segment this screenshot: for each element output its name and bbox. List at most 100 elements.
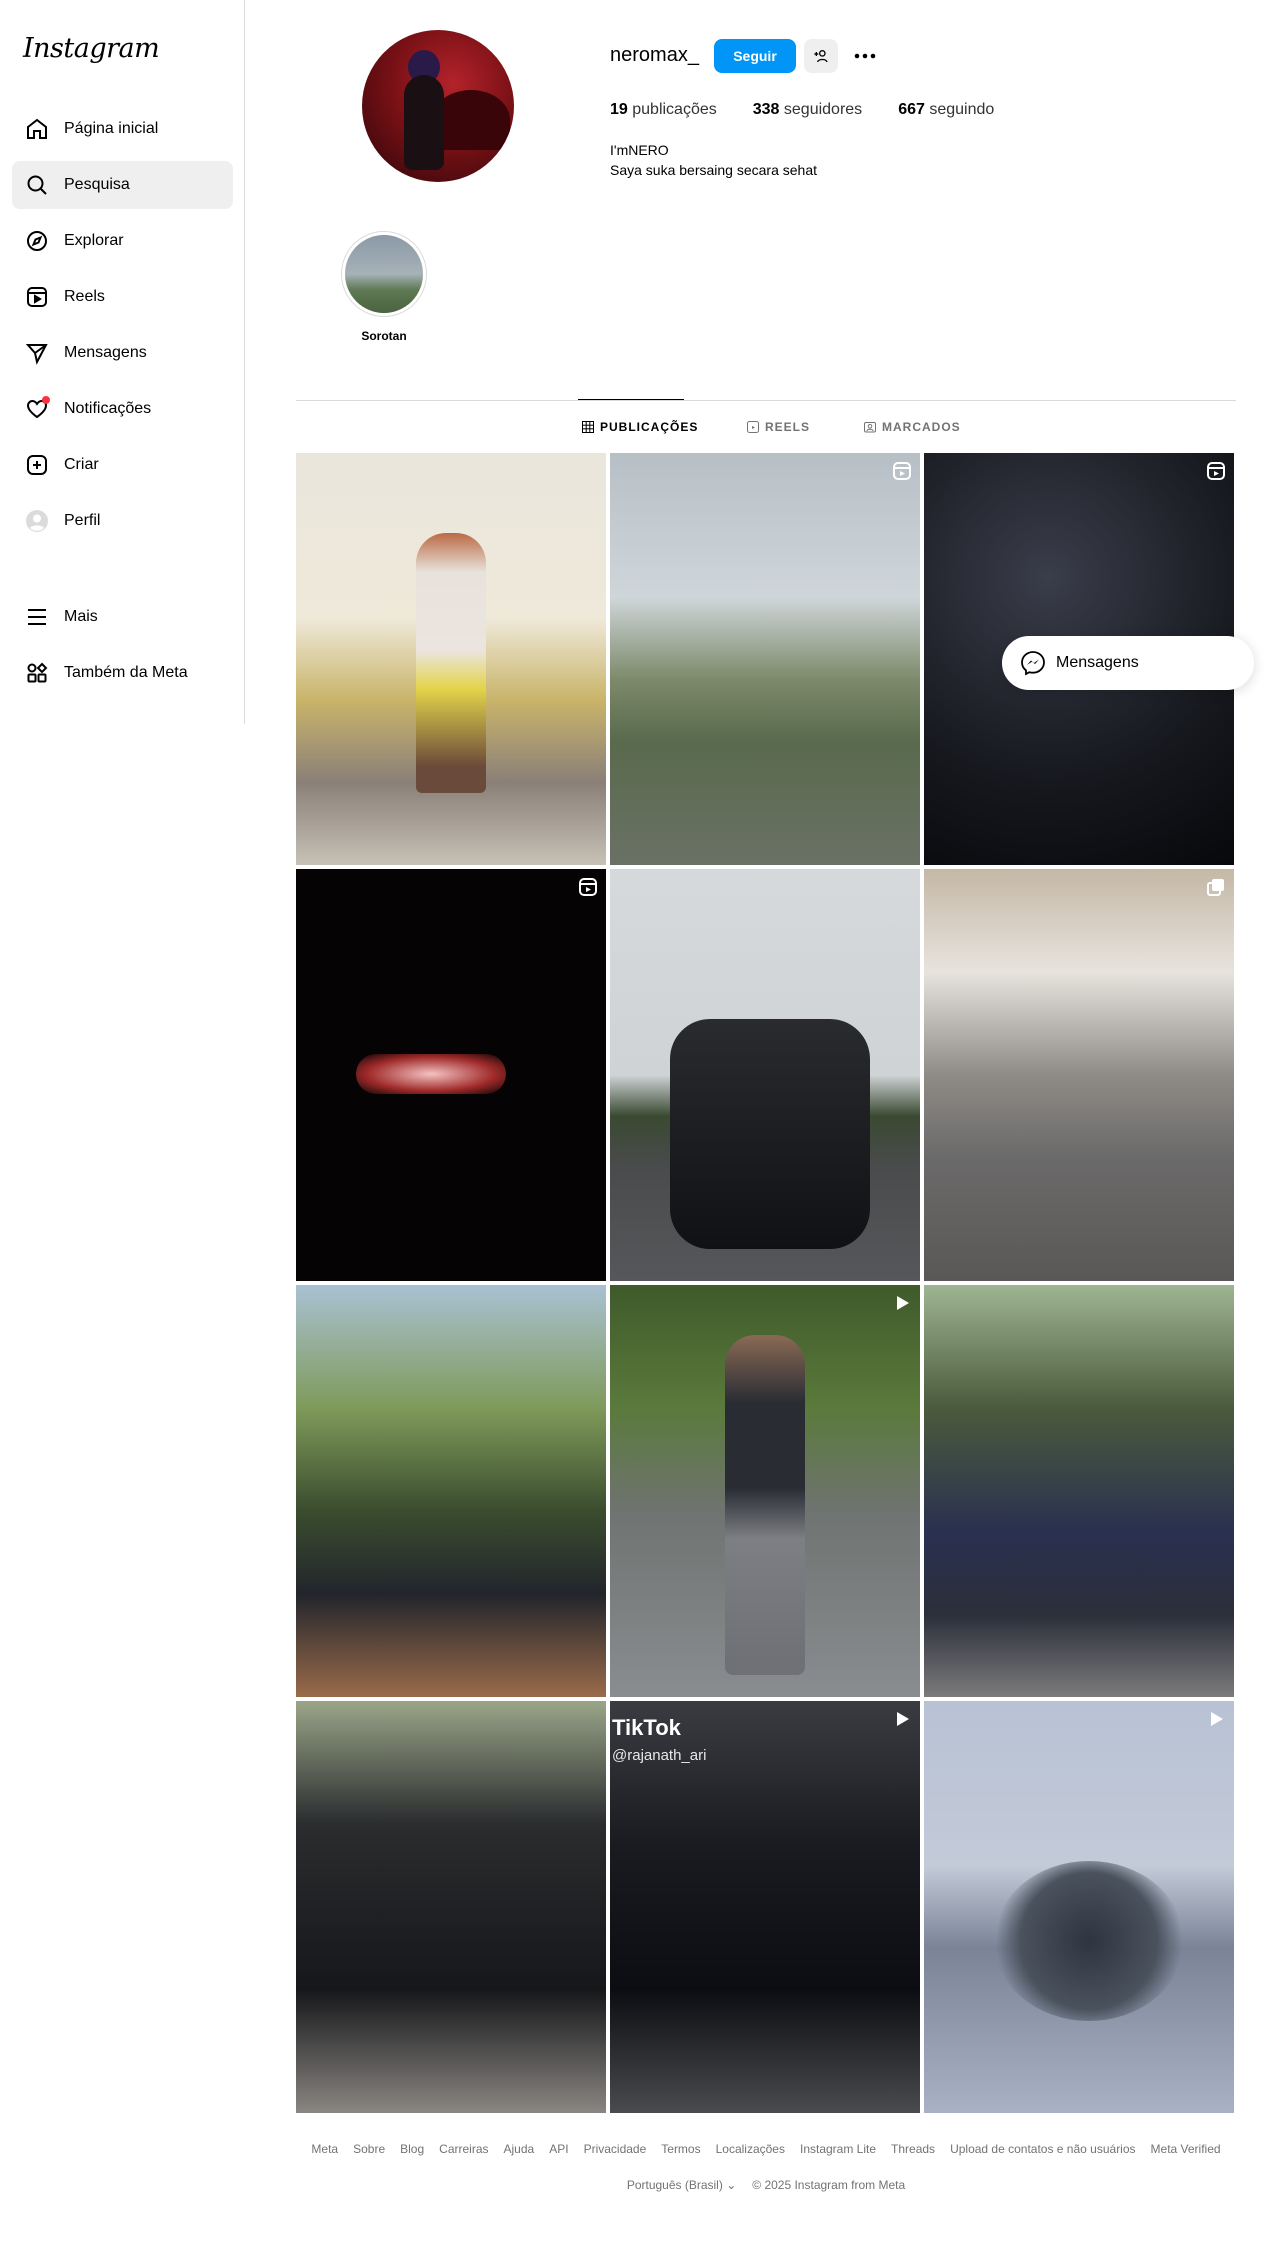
footer-link[interactable]: Sobre: [353, 2142, 385, 2156]
footer-link[interactable]: Privacidade: [584, 2142, 647, 2156]
sidebar-item-notifications[interactable]: Notificações: [12, 385, 233, 433]
post-art: [725, 1335, 805, 1675]
sidebar-item-more[interactable]: Mais: [12, 593, 233, 641]
suggested-accounts-button[interactable]: [804, 39, 838, 73]
footer-link[interactable]: Blog: [400, 2142, 424, 2156]
post-tile[interactable]: [610, 869, 920, 1281]
add-person-icon: [814, 50, 828, 63]
reel-badge-icon: [893, 462, 911, 480]
tab-posts[interactable]: PUBLICAÇÕES: [582, 420, 698, 434]
reels-icon: [747, 421, 759, 433]
search-icon: [24, 172, 50, 198]
sidebar-item-also-from-meta[interactable]: Também da Meta: [12, 649, 233, 697]
copyright: © 2025 Instagram from Meta: [752, 2178, 906, 2192]
follow-button[interactable]: Seguir: [714, 39, 796, 73]
profile-stats: 19 publicações 338 seguidores 667 seguin…: [610, 101, 1030, 119]
tiktok-username: @rajanath_ari: [612, 1747, 707, 1764]
reel-badge-icon: [579, 878, 597, 896]
sidebar-item-label: Perfil: [64, 512, 101, 529]
followers-count[interactable]: 338 seguidores: [753, 101, 862, 119]
post-tile[interactable]: [296, 869, 606, 1281]
avatar-icon: [24, 508, 50, 534]
profile-bio: Saya suka bersaing secara sehat: [610, 162, 818, 178]
highlight-label: Sorotan: [361, 329, 407, 343]
post-tile[interactable]: TikTok @rajanath_ari: [610, 1701, 920, 2113]
sidebar-item-profile[interactable]: Perfil: [12, 497, 233, 545]
footer-link[interactable]: Instagram Lite: [800, 2142, 876, 2156]
home-icon: [24, 116, 50, 142]
messages-floating-button[interactable]: Mensagens: [1002, 636, 1254, 690]
tagged-icon: [864, 422, 876, 433]
post-tile[interactable]: [924, 869, 1234, 1281]
footer-link[interactable]: Meta Verified: [1151, 2142, 1221, 2156]
post-tile[interactable]: [296, 453, 606, 865]
post-art: [994, 1861, 1184, 2021]
tab-tagged[interactable]: MARCADOS: [864, 420, 961, 434]
video-badge-icon: [897, 1296, 909, 1310]
sidebar-item-label: Página inicial: [64, 120, 159, 137]
language-selector[interactable]: Português (Brasil) ⌄: [627, 2178, 736, 2192]
sidebar-item-create[interactable]: Criar: [12, 441, 233, 489]
footer-bottom: Português (Brasil) ⌄ © 2025 Instagram fr…: [296, 2178, 1236, 2192]
footer-link[interactable]: Meta: [311, 2142, 338, 2156]
sidebar-item-label: Mensagens: [64, 344, 147, 361]
notification-dot: [42, 396, 50, 404]
sidebar-item-search[interactable]: Pesquisa: [12, 161, 233, 209]
grid-icon: [582, 421, 594, 433]
sidebar-item-label: Notificações: [64, 400, 152, 417]
tabs-divider: [296, 400, 1236, 401]
paper-plane-icon: [24, 340, 50, 366]
sidebar-item-label: Reels: [64, 288, 105, 305]
post-art: [416, 533, 486, 793]
post-tile[interactable]: [924, 1701, 1234, 2113]
post-tile[interactable]: [610, 453, 920, 865]
footer-link[interactable]: Upload de contatos e não usuários: [950, 2142, 1135, 2156]
posts-grid: TikTok @rajanath_ari: [296, 453, 1234, 2113]
footer-links: Meta Sobre Blog Carreiras Ajuda API Priv…: [296, 2142, 1236, 2156]
avatar-art: [404, 75, 444, 170]
plus-square-icon: [24, 452, 50, 478]
messenger-icon: [1021, 651, 1045, 676]
sidebar: Instagram Página inicial Pesquisa Explor…: [0, 0, 245, 724]
carousel-badge-icon: [1207, 879, 1224, 896]
compass-icon: [24, 228, 50, 254]
post-tile[interactable]: [924, 1285, 1234, 1697]
post-art: [670, 1019, 870, 1249]
sidebar-item-reels[interactable]: Reels: [12, 273, 233, 321]
sidebar-item-messages[interactable]: Mensagens: [12, 329, 233, 377]
language-label: Português (Brasil): [626, 2178, 723, 2192]
instagram-logo[interactable]: Instagram: [23, 33, 160, 64]
profile-avatar[interactable]: [362, 30, 514, 182]
tab-label: REELS: [765, 420, 811, 434]
story-highlight[interactable]: [341, 231, 427, 317]
messages-floating-label: Mensagens: [1056, 654, 1139, 671]
sidebar-item-label: Mais: [64, 608, 98, 625]
chevron-down-icon: ⌄: [726, 2178, 737, 2192]
sidebar-item-label: Também da Meta: [64, 664, 188, 681]
video-badge-icon: [897, 1712, 909, 1726]
footer-link[interactable]: API: [549, 2142, 568, 2156]
post-tile[interactable]: [296, 1701, 606, 2113]
post-tile[interactable]: [610, 1285, 920, 1697]
reel-badge-icon: [1207, 462, 1225, 480]
ellipsis-icon: [854, 53, 876, 59]
heart-icon: [24, 396, 50, 422]
posts-count: 19 publicações: [610, 101, 717, 118]
footer-link[interactable]: Carreiras: [439, 2142, 488, 2156]
meta-apps-icon: [24, 660, 50, 686]
reels-icon: [24, 284, 50, 310]
highlight-thumbnail: [345, 235, 423, 313]
tab-reels[interactable]: REELS: [747, 420, 810, 434]
profile-full-name: I'mNERO: [610, 142, 669, 158]
tab-label: PUBLICAÇÕES: [600, 420, 699, 434]
sidebar-item-home[interactable]: Página inicial: [12, 105, 233, 153]
following-count[interactable]: 667 seguindo: [898, 101, 994, 119]
footer-link[interactable]: Localizações: [716, 2142, 785, 2156]
sidebar-item-explore[interactable]: Explorar: [12, 217, 233, 265]
footer-link[interactable]: Termos: [661, 2142, 700, 2156]
more-options-button[interactable]: [848, 39, 882, 73]
footer-link[interactable]: Ajuda: [504, 2142, 535, 2156]
post-tile[interactable]: [296, 1285, 606, 1697]
sidebar-item-label: Pesquisa: [64, 176, 130, 193]
footer-link[interactable]: Threads: [891, 2142, 935, 2156]
